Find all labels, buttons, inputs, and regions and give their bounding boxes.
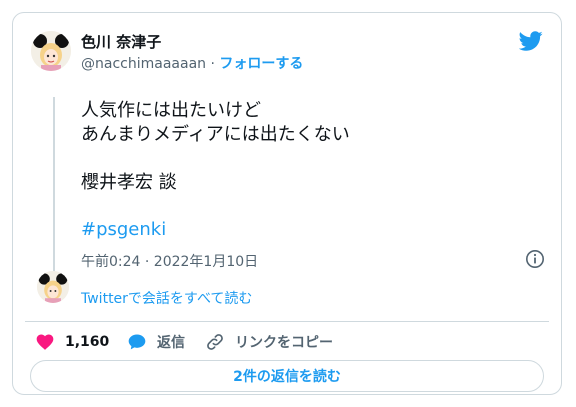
info-icon[interactable] xyxy=(525,249,545,269)
follow-button[interactable]: フォローする xyxy=(219,56,303,72)
read-conversation-link[interactable]: Twitterで会話をすべて読む xyxy=(81,288,252,308)
copy-link-button[interactable]: リンクをコピー xyxy=(205,331,333,353)
divider xyxy=(25,321,549,322)
hashtag-link[interactable]: #psgenki xyxy=(81,219,166,240)
thread-line xyxy=(53,97,55,275)
like-count: 1,160 xyxy=(65,334,110,350)
author-display-name[interactable]: 色川 奈津子 xyxy=(81,31,161,52)
link-icon xyxy=(207,334,223,350)
reply-button[interactable]: 返信 xyxy=(127,331,185,353)
like-button[interactable]: 1,160 xyxy=(35,331,109,353)
twitter-bird-icon[interactable] xyxy=(519,29,543,53)
tweet-text: 人気作には出たいけど あんまりメディアには出たくない 櫻井孝宏 談 xyxy=(81,100,350,193)
heart-icon xyxy=(36,334,54,350)
speech-bubble-icon xyxy=(128,334,146,350)
tweet-timestamp[interactable]: 午前0:24 · 2022年1月10日 xyxy=(81,251,258,271)
conversation-avatar xyxy=(37,271,69,303)
copy-link-label: リンクをコピー xyxy=(235,335,333,351)
author-handle[interactable]: @nacchimaaaaan xyxy=(81,56,206,72)
reply-label: 返信 xyxy=(157,335,185,351)
author-avatar[interactable] xyxy=(31,31,71,71)
tweet-embed-card: 色川 奈津子 @nacchimaaaaan · フォローする 人気作には出たいけ… xyxy=(12,12,562,395)
handle-separator: · xyxy=(210,56,215,72)
read-replies-button[interactable]: 2件の返信を読む xyxy=(30,360,544,392)
author-handle-row: @nacchimaaaaan · フォローする xyxy=(81,53,303,73)
